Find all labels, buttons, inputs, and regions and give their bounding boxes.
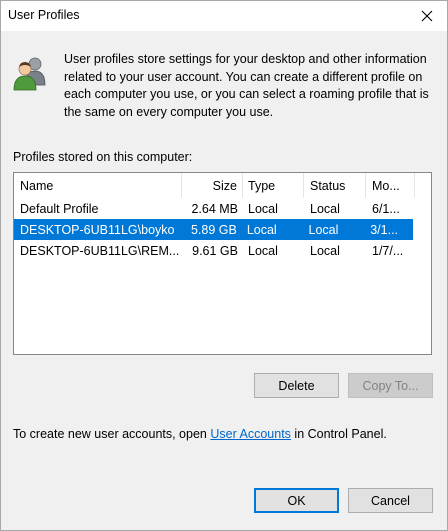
profiles-label: Profiles stored on this computer:: [13, 150, 193, 164]
cancel-button[interactable]: Cancel: [348, 488, 433, 513]
table-row[interactable]: DESKTOP-6UB11LG\REM... 9.61 GB Local Loc…: [14, 240, 431, 261]
footer-prefix: To create new user accounts, open: [13, 427, 211, 441]
row-size: 5.89 GB: [190, 222, 237, 237]
column-header-modified[interactable]: Mo...: [366, 173, 415, 198]
copy-to-button[interactable]: Copy To...: [348, 373, 433, 398]
user-profiles-dialog: User Profiles User profiles store settin…: [0, 0, 448, 531]
row-name: DESKTOP-6UB11LG\boyko: [20, 222, 175, 237]
column-header-status[interactable]: Status: [304, 173, 366, 198]
row-name: Default Profile: [20, 201, 99, 216]
close-button[interactable]: [407, 1, 447, 31]
ok-button[interactable]: OK: [254, 488, 339, 513]
footer-text: To create new user accounts, open User A…: [13, 427, 387, 441]
intro-description: User profiles store settings for your de…: [64, 52, 429, 119]
row-type: Local: [248, 201, 278, 216]
column-header-name[interactable]: Name: [14, 173, 182, 198]
row-size: 2.64 MB: [191, 201, 238, 216]
list-rows: Default Profile 2.64 MB Local Local 6/1.…: [14, 198, 431, 261]
row-status: Local: [308, 222, 339, 237]
row-type: Local: [246, 222, 277, 237]
table-row[interactable]: DESKTOP-6UB11LG\boyko 5.89 GB Local Loca…: [14, 219, 413, 240]
row-modified: 3/1...: [370, 222, 399, 237]
column-header-type[interactable]: Type: [243, 173, 304, 198]
list-header: Name Size Type Status Mo...: [14, 173, 431, 198]
window-title: User Profiles: [8, 8, 80, 22]
user-accounts-link[interactable]: User Accounts: [210, 427, 291, 441]
row-status: Local: [310, 201, 340, 216]
profiles-list[interactable]: Name Size Type Status Mo... Default Prof…: [13, 172, 432, 355]
row-status: Local: [310, 243, 340, 258]
close-icon: [421, 10, 433, 22]
row-type: Local: [248, 243, 278, 258]
title-bar[interactable]: User Profiles: [1, 1, 447, 31]
table-row[interactable]: Default Profile 2.64 MB Local Local 6/1.…: [14, 198, 431, 219]
column-header-size[interactable]: Size: [182, 173, 243, 198]
user-profiles-icon: [13, 57, 46, 91]
row-size: 9.61 GB: [192, 243, 238, 258]
row-modified: 1/7/...: [372, 243, 404, 258]
footer-suffix: in Control Panel.: [290, 427, 387, 441]
delete-button[interactable]: Delete: [254, 373, 339, 398]
row-name: DESKTOP-6UB11LG\REM...: [20, 243, 180, 258]
row-modified: 6/1...: [372, 201, 400, 216]
